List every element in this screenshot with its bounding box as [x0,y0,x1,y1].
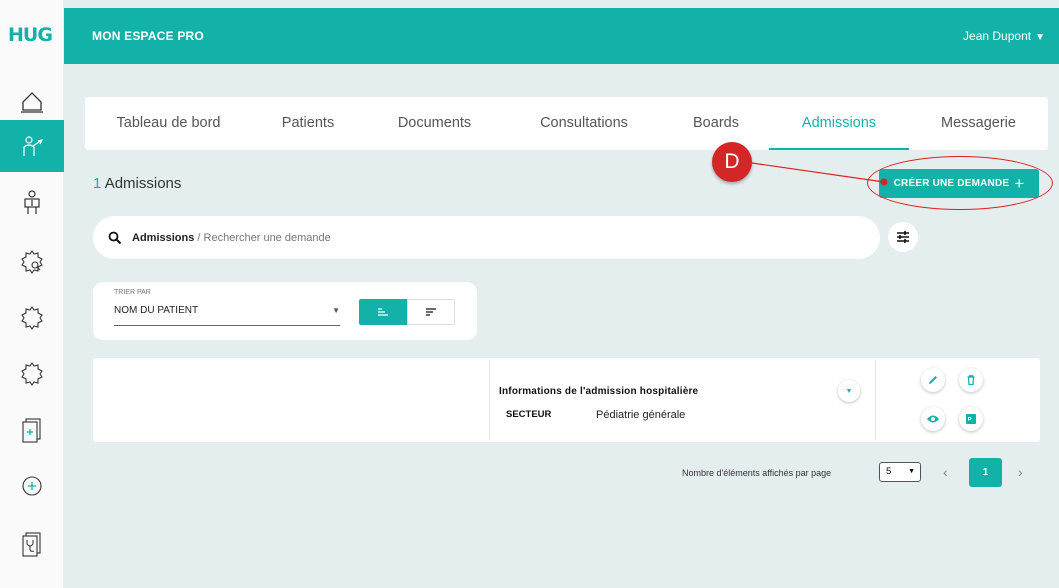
eye-icon [927,415,939,423]
sector-value: Pédiatrie générale [596,409,686,421]
pdf-icon [966,414,976,424]
search-placeholder: Rechercher une demande [203,231,331,244]
sort-label: TRIER PAR [114,289,151,296]
page-size-select[interactable]: 5 ▼ [879,462,921,482]
sector-label: SECTEUR [506,409,552,420]
next-page-button[interactable]: › [1018,464,1023,480]
sort-descending-icon [426,308,436,316]
pdf-button[interactable] [959,407,983,431]
page-size-label: Nombre d'éléments affichés par page [682,468,832,478]
previous-page-button[interactable]: ‹ [943,464,948,480]
page-1-button[interactable]: 1 [969,458,1002,487]
sort-select[interactable]: NOM DU PATIENT ▼ [114,300,340,326]
card-divider [875,360,876,440]
annotation-marker: D [712,142,752,182]
sort-ascending-icon [378,308,388,316]
delete-button[interactable] [959,368,983,392]
filter-sliders-icon [897,231,909,243]
admission-card: Informations de l'admission hospitalière… [93,358,1040,442]
pencil-icon [929,376,937,384]
expand-button[interactable]: ▼ [838,380,860,402]
chevron-down-icon: ▼ [845,387,853,395]
sort-value: NOM DU PATIENT [114,305,199,316]
view-button[interactable] [921,407,945,431]
pagination: Nombre d'éléments affichés par page 5 ▼ … [0,458,1059,488]
sort-direction-toggle [359,299,455,325]
search-input[interactable]: Admissions / Rechercher une demande [132,232,331,244]
dropdown-arrow-icon: ▼ [908,468,915,475]
search-scope: Admissions [132,231,195,244]
trash-icon [967,375,975,386]
page-size-value: 5 [886,466,892,477]
card-divider [489,360,490,440]
filter-button[interactable] [888,222,918,252]
sort-panel: TRIER PAR NOM DU PATIENT ▼ [93,282,477,340]
sort-descending-button[interactable] [407,299,455,325]
search-icon [108,231,122,244]
edit-button[interactable] [921,368,945,392]
dropdown-arrow-icon: ▼ [332,306,340,315]
sort-ascending-button[interactable] [359,299,407,325]
annotation-highlight [867,156,1053,210]
search-separator: / [194,231,204,244]
admission-title: Informations de l'admission hospitalière [499,386,699,397]
search-bar[interactable]: Admissions / Rechercher une demande [93,216,880,259]
